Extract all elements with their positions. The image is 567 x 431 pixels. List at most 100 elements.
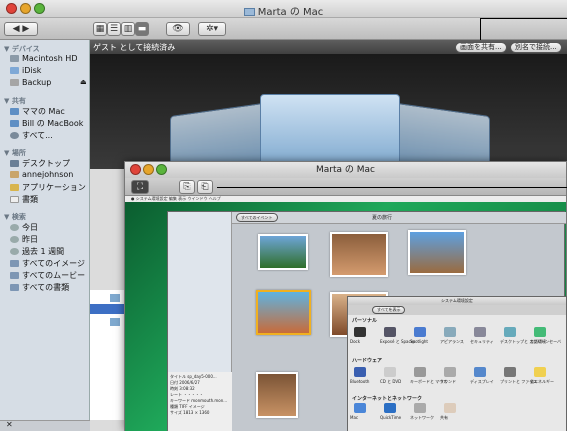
list-item[interactable] <box>110 318 120 326</box>
info-size: サイズ 1813 × 1360 <box>170 410 210 415</box>
view-icon-button[interactable]: ▦ <box>93 22 107 36</box>
send-clipboard-button[interactable]: ⎗ <box>197 180 213 194</box>
pref-pane-icon[interactable] <box>414 403 426 413</box>
show-all-button[interactable]: すべてを表示 <box>372 306 406 314</box>
minimize-button[interactable] <box>143 164 154 175</box>
iphoto-info-panel: タイトル sp_day5-000... 日付 2006/6/27 時刻 3:08… <box>168 372 232 431</box>
pref-pane-icon[interactable] <box>474 327 486 337</box>
toolbar: ◀ ▶ ▦ ☰ ▥ ▬ 👁 ✲▾ ⌕ <box>0 18 567 54</box>
pref-pane-icon[interactable] <box>384 403 396 413</box>
inner-title-bar: Marta の Mac <box>125 162 566 178</box>
connect-as-button[interactable]: 別名で接続... <box>510 42 562 53</box>
folder-icon <box>243 8 255 16</box>
sidebar-item-all-movies[interactable]: すべてのムービー <box>10 270 85 281</box>
all-events-button[interactable]: すべてのイベント <box>236 213 278 222</box>
pref-pane-icon[interactable] <box>504 367 516 377</box>
sidebar-item-idisk[interactable]: iDisk <box>10 66 41 75</box>
view-coverflow-button[interactable]: ▬ <box>135 22 149 36</box>
quicklook-eye-icon[interactable]: 👁 <box>166 22 190 36</box>
sidebar-item-mama-mac[interactable]: ママの Mac <box>10 106 65 117</box>
pref-pane-icon[interactable] <box>444 403 456 413</box>
shared-screen-window: Marta の Mac ⛶ ⎘ ⎗ ● システム環境設定 編集 表示 ウインドウ… <box>124 161 567 431</box>
pref-pane-icon[interactable] <box>384 367 396 377</box>
pref-pane-icon[interactable] <box>354 403 366 413</box>
photo-thumbnail[interactable] <box>330 232 388 277</box>
documents-icon <box>10 196 19 203</box>
pref-pane-label: Bluetooth <box>350 379 370 384</box>
sidebar: ▼ デバイス Macintosh HD iDisk Backup ⏏ ▼ 共有 マ… <box>0 40 90 420</box>
smart-folder-icon <box>10 272 19 279</box>
sidebar-item-applications[interactable]: アプリケーション <box>10 182 86 193</box>
sidebar-item-past-week[interactable]: 過去 1 週間 <box>10 246 64 257</box>
pref-pane-label: 言語環境 <box>530 339 546 344</box>
pref-pane-icon[interactable] <box>384 327 396 337</box>
sidebar-item-all-documents[interactable]: すべての書類 <box>10 282 69 293</box>
pref-pane-icon[interactable] <box>354 367 366 377</box>
photo-thumbnail-selected[interactable] <box>256 290 311 335</box>
folder-icon[interactable] <box>260 94 400 169</box>
sidebar-item-all-images[interactable]: すべてのイメージ <box>10 258 85 269</box>
applications-icon <box>10 184 19 191</box>
sidebar-item-bill-macbook[interactable]: Bill の MacBook <box>10 118 83 129</box>
pref-pane-icon[interactable] <box>534 327 546 337</box>
laptop-icon <box>10 120 19 127</box>
pref-pane-icon[interactable] <box>444 367 456 377</box>
smart-folder-icon <box>10 260 19 267</box>
clock-icon <box>10 236 19 243</box>
event-title: 夏の旅行 <box>372 215 393 221</box>
fullscreen-button[interactable]: ⛶ <box>131 180 149 194</box>
pref-pane-icon[interactable] <box>534 367 546 377</box>
sidebar-status-bar: ✕ <box>0 420 90 431</box>
smart-folder-icon <box>10 284 19 291</box>
pref-pane-label: アピアランス <box>440 339 464 344</box>
idisk-icon <box>10 67 19 74</box>
hard-drive-icon <box>10 55 19 62</box>
view-column-button[interactable]: ▥ <box>121 22 135 36</box>
sidebar-item-today[interactable]: 今日 <box>10 222 38 233</box>
sidebar-item-backup[interactable]: Backup ⏏ <box>10 78 87 87</box>
pref-pane-icon[interactable] <box>504 327 516 337</box>
view-list-button[interactable]: ☰ <box>107 22 121 36</box>
sidebar-item-desktop[interactable]: デスクトップ <box>10 158 70 169</box>
sidebar-shared-header: ▼ 共有 <box>4 97 26 105</box>
path-bar: ゲスト として接続済み 画面を共有... 別名で接続... <box>90 40 567 54</box>
clock-icon <box>10 248 19 255</box>
window-title: Marta の Mac <box>0 3 567 18</box>
pref-pane-label: Spotlight <box>410 339 428 344</box>
pref-pane-icon[interactable] <box>354 327 366 337</box>
system-preferences-window: システム環境設定 すべてを表示 パーソナル ハードウェア インターネットとネット… <box>347 296 567 431</box>
pref-pane-icon[interactable] <box>474 367 486 377</box>
prefs-personal-header: パーソナル <box>352 318 378 324</box>
pref-pane-label: ディスプレイ <box>470 379 494 384</box>
screen-sharing-window: Marta の Mac ◀ ▶ ▦ ☰ ▥ ▬ 👁 ✲▾ ⌕ ▼ デバイス Ma… <box>0 0 567 431</box>
sidebar-item-home[interactable]: annejohnson <box>10 170 73 179</box>
pref-pane-icon[interactable] <box>444 327 456 337</box>
share-screen-button[interactable]: 画面を共有... <box>455 42 507 53</box>
pref-pane-label: CD と DVD <box>380 379 402 384</box>
sidebar-item-documents[interactable]: 書類 <box>10 194 38 205</box>
callout-line-vertical <box>480 18 481 42</box>
photo-thumbnail[interactable] <box>408 230 466 275</box>
sidebar-item-yesterday[interactable]: 昨日 <box>10 234 38 245</box>
photo-thumbnail[interactable] <box>258 234 308 270</box>
pref-pane-icon[interactable] <box>414 367 426 377</box>
eject-icon[interactable]: ⏏ <box>80 78 87 86</box>
action-gear-button[interactable]: ✲▾ <box>198 22 226 36</box>
photo-thumbnail[interactable] <box>256 372 298 418</box>
title-bar: Marta の Mac <box>0 0 567 18</box>
close-button[interactable] <box>130 164 141 175</box>
list-item[interactable] <box>110 294 120 302</box>
sidebar-item-all[interactable]: すべて... <box>10 130 53 141</box>
connection-status: ゲスト として接続済み <box>93 43 176 52</box>
pref-pane-icon[interactable] <box>414 327 426 337</box>
list-item[interactable] <box>90 304 124 314</box>
inner-window-title: Marta の Mac <box>316 165 375 175</box>
pref-pane-label: ネットワーク <box>410 415 434 420</box>
resize-icon[interactable]: ✕ <box>6 420 13 429</box>
get-clipboard-button[interactable]: ⎘ <box>179 180 195 194</box>
back-forward-button[interactable]: ◀ ▶ <box>4 22 38 36</box>
prefs-hardware-header: ハードウェア <box>352 358 383 364</box>
computer-icon <box>10 108 19 115</box>
zoom-button[interactable] <box>156 164 167 175</box>
sidebar-item-macintosh-hd[interactable]: Macintosh HD <box>10 54 77 63</box>
